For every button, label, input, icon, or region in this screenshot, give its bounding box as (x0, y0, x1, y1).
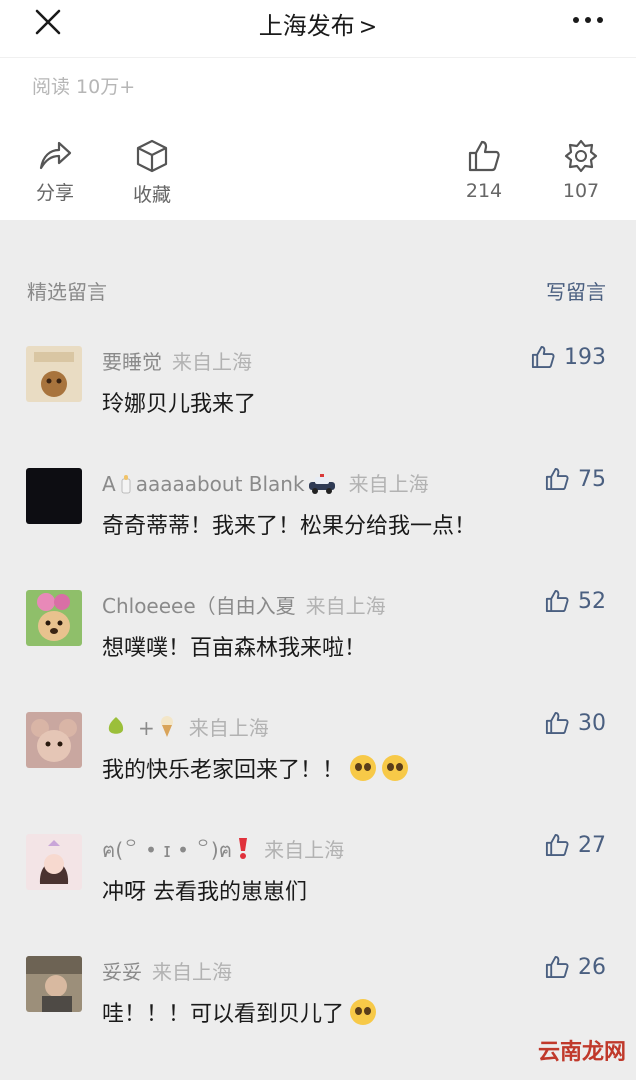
share-button[interactable]: 分享 (10, 138, 100, 205)
comment-author[interactable]: 妥妥 来自上海 (102, 956, 232, 985)
write-comment-button[interactable]: 写留言 (546, 276, 606, 305)
collect-label: 收藏 (132, 184, 171, 206)
top-nav-bar: 上海发布 > (0, 0, 636, 58)
comment-like-button[interactable]: 52 (544, 588, 606, 614)
nickname: aaaaabout Blank (135, 472, 305, 496)
comment-author[interactable]: ฅ(꒪ • ɪ • ꒪)ฅ 来自上海 (102, 834, 344, 866)
like-count: 193 (564, 344, 606, 370)
comment-item: 要睡觉 来自上海 193 玲娜贝儿我来了 (0, 344, 636, 468)
thumbs-up-icon (545, 589, 569, 613)
nickname: 要睡觉 (102, 350, 162, 374)
comment-text: 哇！！！可以看到贝儿了 (102, 996, 377, 1028)
comment-item: ฅ(꒪ • ɪ • ꒪)ฅ 来自上海 27 冲呀 去看我的崽崽们 (0, 832, 636, 956)
wow-button[interactable]: 107 (536, 138, 626, 202)
avatar[interactable] (26, 590, 82, 646)
comment-body: 我的快乐老家回来了！！ (102, 758, 345, 783)
baby-bottle-icon (121, 475, 131, 494)
nickname-prefix: A (102, 472, 116, 496)
chevron-right-icon: > (358, 15, 378, 40)
pleading-face-icon (350, 999, 377, 1025)
comment-like-button[interactable]: 26 (544, 954, 606, 980)
avatar[interactable] (26, 468, 82, 524)
read-count: 阅读 10万+ (32, 76, 136, 98)
nickname: + (138, 716, 155, 740)
comment-text: 冲呀 去看我的崽崽们 (102, 880, 307, 905)
comment-like-button[interactable]: 30 (544, 710, 606, 736)
like-count: 75 (578, 466, 606, 492)
account-title[interactable]: 上海发布 > (0, 6, 636, 41)
share-label: 分享 (35, 182, 74, 204)
avatar[interactable] (26, 956, 82, 1012)
comment-author[interactable]: 要睡觉 来自上海 (102, 346, 252, 375)
more-icon[interactable] (570, 6, 606, 34)
comment-text: 奇奇蒂蒂！我来了！松果分给我一点！ (102, 514, 477, 539)
location: 来自上海 (348, 472, 429, 496)
comment-text: 我的快乐老家回来了！！ (102, 752, 409, 784)
like-count: 214 (465, 180, 503, 202)
avatar[interactable] (26, 712, 82, 768)
avatar[interactable] (26, 346, 82, 402)
comment-item: + 来自上海 30 我的快乐老家回来了！！ (0, 710, 636, 834)
comment-like-button[interactable]: 193 (530, 344, 606, 370)
exclamation-icon (239, 838, 248, 859)
watermark: 云南龙网 (537, 1040, 626, 1065)
crying-face-icon (350, 755, 377, 781)
avatar[interactable] (26, 834, 82, 890)
article-footer-panel: 上海发布 > 阅读 10万+ 分享 收藏 214 107 (0, 0, 636, 220)
nickname: ฅ(꒪ • ɪ • ꒪)ฅ (102, 838, 233, 862)
comment-like-button[interactable]: 75 (544, 466, 606, 492)
cube-icon (136, 139, 168, 173)
wow-icon (564, 139, 598, 173)
comment-text: 想噗噗！百亩森林我来啦！ (102, 636, 367, 661)
thumbs-up-icon (545, 467, 569, 491)
location: 来自上海 (264, 838, 345, 862)
share-icon (39, 141, 72, 170)
comment-item: Chloeeee（自由入夏 来自上海 52 想噗噗！百亩森林我来啦！ (0, 588, 636, 712)
comment-like-button[interactable]: 27 (544, 832, 606, 858)
wow-count: 107 (562, 180, 600, 202)
account-name: 上海发布 (258, 12, 355, 40)
thumbs-up-icon (531, 345, 555, 369)
comment-author[interactable]: Chloeeee（自由入夏 来自上海 (102, 590, 386, 619)
location: 来自上海 (152, 960, 232, 984)
thumbs-up-icon (545, 711, 569, 735)
thumbs-up-icon (468, 140, 500, 172)
police-car-icon (308, 474, 335, 494)
article-page: 上海发布 > 阅读 10万+ 分享 收藏 214 107 精选留言 写留言 要睡… (0, 0, 636, 1080)
nickname: Chloeeee（自由入夏 (102, 594, 296, 618)
comment-author[interactable]: + 来自上海 (102, 712, 269, 741)
comment-item: Aaaaaabout Blank 来自上海 75 奇奇蒂蒂！我来了！松果分给我一点… (0, 466, 636, 590)
crying-face-icon (382, 755, 409, 781)
location: 来自上海 (305, 594, 386, 618)
comment-text: 玲娜贝儿我来了 (102, 392, 257, 417)
like-button[interactable]: 214 (439, 138, 529, 202)
location: 来自上海 (172, 350, 252, 374)
comment-body: 哇！！！可以看到贝儿了 (102, 1002, 345, 1027)
like-count: 30 (578, 710, 606, 736)
like-count: 26 (578, 954, 606, 980)
featured-comments-title: 精选留言 (27, 280, 107, 304)
location: 来自上海 (188, 716, 269, 740)
ice-cream-icon (160, 716, 173, 737)
thumbs-up-icon (545, 833, 569, 857)
comment-author[interactable]: Aaaaaabout Blank 来自上海 (102, 468, 429, 497)
collect-button[interactable]: 收藏 (107, 138, 197, 207)
nickname: 妥妥 (102, 960, 142, 984)
pear-icon (108, 717, 124, 734)
like-count: 52 (578, 588, 606, 614)
thumbs-up-icon (545, 955, 569, 979)
like-count: 27 (578, 832, 606, 858)
